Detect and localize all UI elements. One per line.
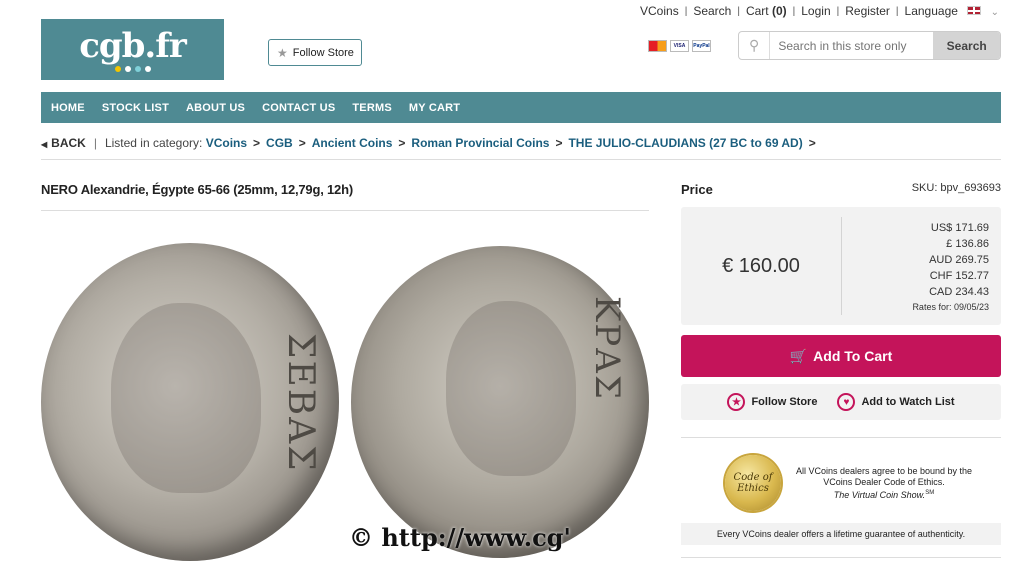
price-label: Price xyxy=(681,182,713,197)
product-title: NERO Alexandrie, Égypte 65-66 (25mm, 12,… xyxy=(41,182,353,197)
coin-obverse: ΣΕΒΑΣ xyxy=(41,243,339,561)
cart-link[interactable]: Cart (0) xyxy=(746,4,787,18)
add-to-cart-button[interactable]: 🛒 Add To Cart xyxy=(681,335,1001,377)
cart-icon: 🛒 xyxy=(789,347,808,364)
copyright-watermark: © http://www.cg' xyxy=(349,523,571,552)
heart-icon: ♥ xyxy=(837,393,856,411)
add-to-watch-list-action[interactable]: ♥ Add to Watch List xyxy=(837,393,955,411)
crumb-roman-provincial[interactable]: Roman Provincial Coins xyxy=(411,136,549,150)
search-link[interactable]: Search xyxy=(693,4,731,18)
add-to-cart-label: Add To Cart xyxy=(813,348,893,364)
nav-home[interactable]: HOME xyxy=(51,102,85,114)
divider xyxy=(41,159,1001,160)
follow-store-button[interactable]: ★ Follow Store xyxy=(268,39,362,66)
top-links: VCoins | Search | Cart (0) | Login | Reg… xyxy=(640,4,999,18)
follow-store-label: Follow Store xyxy=(292,46,354,59)
payment-cards: VISA PayPal xyxy=(648,40,711,52)
store-search: ⚲ Search xyxy=(738,31,1001,60)
divider xyxy=(681,437,1001,438)
chevron-down-icon: ⌄ xyxy=(990,7,999,18)
nav-my-cart[interactable]: MY CART xyxy=(409,102,460,114)
divider xyxy=(681,557,1001,558)
star-icon: ★ xyxy=(277,45,288,60)
currency-conversions: US$ 171.69 £ 136.86 AUD 269.75 CHF 152.7… xyxy=(929,220,989,300)
crumb-ancient-coins[interactable]: Ancient Coins xyxy=(312,136,393,150)
cart-label: Cart xyxy=(745,4,769,18)
crumb-vcoins[interactable]: VCoins xyxy=(206,136,247,150)
language-selector[interactable]: Language ⌄ xyxy=(905,4,999,18)
obverse-legend: ΣΕΒΑΣ xyxy=(280,333,321,473)
mastercard-icon xyxy=(648,40,667,52)
product-image[interactable]: ΣΕΒΑΣ ΚΡΑΣ © http://www.cg' xyxy=(41,240,649,571)
store-logo[interactable]: cgb.fr xyxy=(41,19,224,80)
price-box: € 160.00 US$ 171.69 £ 136.86 AUD 269.75 … xyxy=(681,207,1001,325)
paypal-icon: PayPal xyxy=(692,40,711,52)
login-link[interactable]: Login xyxy=(801,4,830,18)
crumb-cgb[interactable]: CGB xyxy=(266,136,293,150)
search-icon: ⚲ xyxy=(739,32,771,59)
logo-text: cgb.fr xyxy=(79,25,187,66)
nav-terms[interactable]: TERMS xyxy=(352,102,392,114)
crumb-julio-claudians[interactable]: THE JULIO-CLAUDIANS (27 BC to 69 AD) xyxy=(568,136,802,150)
main-nav: HOME STOCK LIST ABOUT US CONTACT US TERM… xyxy=(41,92,1001,123)
uk-flag-icon xyxy=(967,6,982,15)
follow-store-action[interactable]: ★ Follow Store xyxy=(727,393,817,411)
visa-icon: VISA xyxy=(670,40,689,52)
search-input[interactable] xyxy=(770,32,934,59)
back-arrow-icon: ◀ xyxy=(41,140,48,149)
rates-date: Rates for: 09/05/23 xyxy=(912,302,989,312)
nav-contact-us[interactable]: CONTACT US xyxy=(262,102,335,114)
listed-in-label: Listed in category: xyxy=(104,136,203,150)
nav-about-us[interactable]: ABOUT US xyxy=(186,102,245,114)
breadcrumb: ◀ BACK | Listed in category: VCoins > CGB >… xyxy=(41,136,816,150)
vcoins-link[interactable]: VCoins xyxy=(640,4,679,18)
coin-reverse: ΚΡΑΣ xyxy=(351,246,649,558)
code-of-ethics-seal[interactable]: Code of Ethics xyxy=(725,455,781,511)
authenticity-guarantee: Every VCoins dealer offers a lifetime gu… xyxy=(681,523,1001,545)
price-chf: CHF 152.77 xyxy=(929,270,989,282)
price-cad: CAD 234.43 xyxy=(929,286,989,298)
cart-count: (0) xyxy=(771,4,787,18)
star-icon: ★ xyxy=(727,393,746,411)
product-actions: ★ Follow Store ♥ Add to Watch List xyxy=(681,384,1001,420)
price-usd: US$ 171.69 xyxy=(930,222,989,234)
price-aud: AUD 269.75 xyxy=(929,254,989,266)
ethics-statement: All VCoins dealers agree to be bound by … xyxy=(795,466,973,500)
main-price: € 160.00 xyxy=(722,254,800,277)
reverse-legend: ΚΡΑΣ xyxy=(587,296,627,401)
nav-stock-list[interactable]: STOCK LIST xyxy=(102,102,169,114)
sku: SKU: bpv_693693 xyxy=(911,182,1001,194)
price-gbp: £ 136.86 xyxy=(946,238,989,250)
register-link[interactable]: Register xyxy=(845,4,890,18)
bust-shape xyxy=(446,301,576,476)
divider xyxy=(41,210,649,211)
language-label: Language xyxy=(904,4,958,18)
search-button[interactable]: Search xyxy=(933,32,1000,59)
back-link[interactable]: ◀ BACK xyxy=(41,136,86,150)
logo-dots xyxy=(114,65,151,72)
portrait-shape xyxy=(111,303,261,493)
